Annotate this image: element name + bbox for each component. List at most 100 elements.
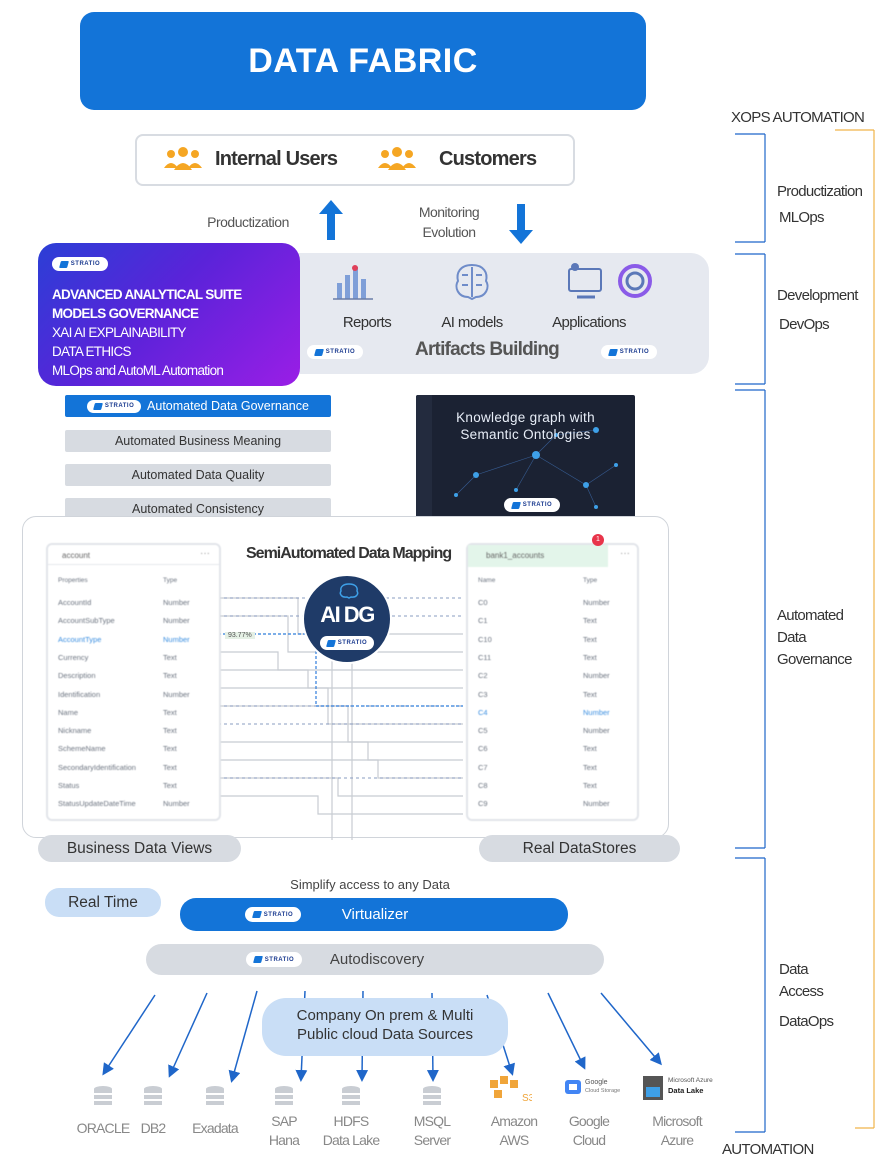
table-cell-name: C6 [478,744,488,754]
data-source-label: Amazon AWS [490,1113,538,1148]
table-cell-name: Identification [58,689,101,699]
table-cell-type: Number [583,598,610,607]
table-cell-name: SchemeName [58,744,106,754]
autodiscovery-bar: STRATIO Autodiscovery [146,944,604,975]
table-cell-name: Name [58,707,79,717]
data-source-label: Microsoft Azure [652,1113,702,1148]
stratio-logo: STRATIO [320,636,374,650]
real-time-badge: Real Time [45,888,161,917]
database-icon [275,1086,293,1105]
table-cell-name: C3 [478,689,488,699]
artifacts-building-panel: Reports AI models Applications Artifacts… [263,253,709,374]
data-sources-cloud: Company On prem & Multi Public cloud Dat… [262,998,508,1056]
table-cell-type: Text [163,671,177,681]
governance-item: Automated Business Meaning [65,430,331,452]
table-cell-type: Text [163,762,177,772]
table-cell-type: Number [583,707,610,717]
governance-phase-label: Automated Data Governance [777,607,852,668]
virtualizer-bar: STRATIO Virtualizer [180,898,568,931]
dataops-label: DataOps [779,1013,834,1030]
xops-automation-label: XOPS AUTOMATION [731,109,865,126]
aws-s3-icon: S3 [490,1076,532,1104]
applications-label: Applications [552,314,626,331]
page-title: DATA FABRIC [80,12,646,110]
governance-item: Automated Data Quality [65,464,331,486]
table-cell-name: C10 [478,634,492,644]
stratio-mark-icon [510,501,521,509]
data-source-label: Exadata [192,1120,239,1136]
data-source-label: Google Cloud [568,1113,610,1148]
database-icon [342,1086,360,1105]
table-cell-type: Text [583,781,597,790]
database-icon [206,1086,224,1105]
table-cell-type: Text [583,634,597,644]
table-cell-type: Text [163,781,177,790]
reports-icon [333,265,373,300]
table-cell-name: C2 [478,671,488,681]
column-header: Properties [58,577,88,584]
table-cell-name: C0 [478,598,488,607]
match-percent: 93.77% [225,632,255,639]
stratio-logo: STRATIO [307,345,363,359]
notification-badge: 1 [592,534,604,546]
stratio-mark-icon [92,402,103,410]
table-cell-type: Number [583,671,610,681]
database-icon [144,1086,162,1105]
table-cell-name: C9 [478,799,488,809]
table-cell-name: C1 [478,616,488,626]
suite-line: MLOps and AutoML Automation [52,363,224,378]
reports-label: Reports [342,314,392,331]
s3-label: S3 [522,1093,532,1104]
knowledge-graph-panel: Knowledge graph with Semantic Ontologies… [416,395,635,524]
simplify-access-label: Simplify access to any Data [290,877,450,892]
data-source-label: HDFS Data Lake [322,1113,380,1148]
autodiscovery-label: Autodiscovery [329,951,425,968]
table-cell-name: Nickname [58,726,92,736]
table-name: bank1_accounts [486,551,545,560]
table-cell-type: Number [163,616,190,626]
table-cell-type: Text [583,616,597,626]
data-mapping-title: SemiAutomated Data Mapping [246,545,452,562]
productization-label: Productization [207,214,289,230]
source-table-card: account ··· Properties Type AccountId Num… [46,543,221,821]
more-options-icon[interactable]: ··· [620,548,630,559]
column-header: Type [163,577,178,584]
google-cloud-logo: Google Cloud Storage [563,1077,637,1099]
table-cell-name: AccountSubType [58,616,115,626]
data-access-label: Data Access [779,961,824,1000]
table-cell-type: Number [583,726,610,736]
artifacts-building-title: Artifacts Building [415,339,560,360]
stratio-logo: STRATIO [246,952,302,967]
table-cell-type: Text [163,744,177,754]
virtualizer-label: Virtualizer [341,906,409,923]
stratio-mark-icon [251,911,262,918]
database-icon [94,1086,112,1105]
column-header: Name [478,577,496,584]
ai-models-icon [455,263,489,301]
users-box: Internal Users Customers [135,134,575,186]
table-cell-name: AccountType [58,634,102,644]
google-cloud-icon [565,1080,581,1094]
users-icon [164,147,202,170]
ai-dg-badge: AI DG STRATIO [302,574,392,664]
table-cell-type: Text [583,689,597,699]
analytical-suite-panel: STRATIO ADVANCED ANALYTICAL SUITE MODELS… [38,243,300,386]
table-cell-type: Text [163,707,177,717]
stratio-logo: STRATIO [601,345,657,359]
customers-icon [378,147,416,170]
table-cell-name: AccountId [58,598,92,607]
table-cell-name: C8 [478,781,488,790]
applications-icon [568,263,652,299]
azure-data-lake-icon [643,1076,663,1100]
stratio-logo: STRATIO [52,257,108,271]
data-source-label: MSQL Server [413,1113,451,1148]
table-cell-type: Text [583,744,597,754]
target-table-card: bank1_accounts ··· Name Type C0 Number C1 T… [466,543,639,821]
more-options-icon[interactable]: ··· [200,548,210,559]
ai-models-label: AI models [441,314,503,331]
arrow-up-icon [319,200,343,240]
business-data-views: Business Data Views [38,835,241,862]
stratio-mark-icon [313,348,324,356]
stratio-logo: STRATIO [87,399,142,413]
suite-line: XAI AI EXPLAINABILITY [52,325,187,340]
